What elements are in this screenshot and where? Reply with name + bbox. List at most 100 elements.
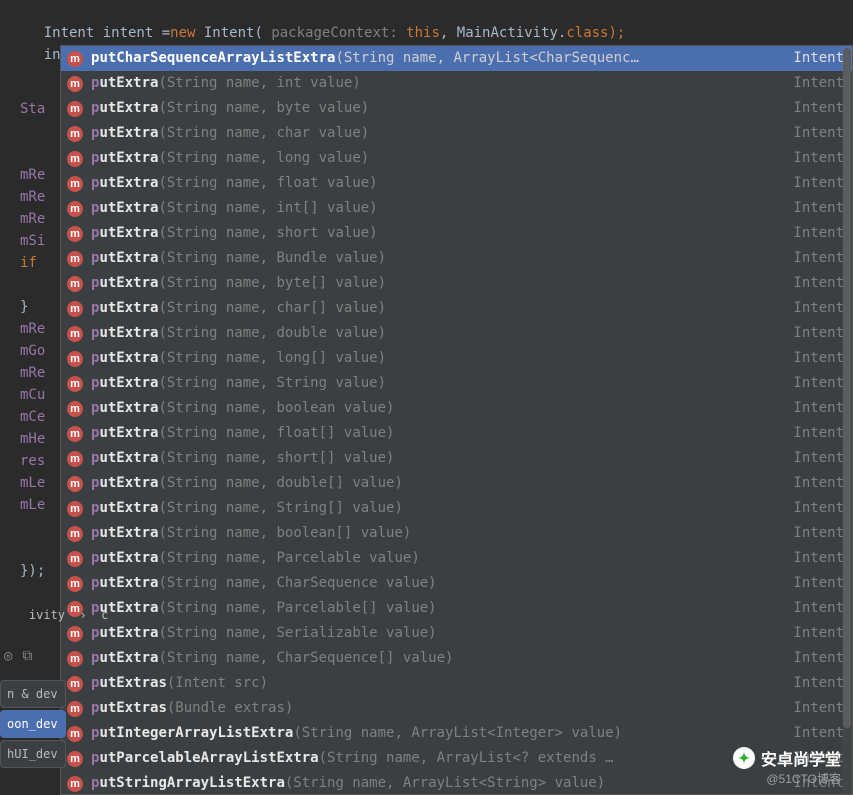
autocomplete-item[interactable]: mputExtra(String name, String[] value)In… bbox=[61, 496, 852, 521]
autocomplete-item[interactable]: mputStringArrayListExtra(String name, Ar… bbox=[61, 771, 852, 795]
background-code: mGo bbox=[0, 340, 60, 362]
suggestion-signature: putExtra(String name, int value) bbox=[91, 71, 785, 96]
autocomplete-item[interactable]: mputExtras(Intent src)Intent bbox=[61, 671, 852, 696]
autocomplete-item[interactable]: mputExtra(String name, byte[] value)Inte… bbox=[61, 271, 852, 296]
autocomplete-item[interactable]: mputExtra(String name, short value)Inten… bbox=[61, 221, 852, 246]
autocomplete-item[interactable]: mputParcelableArrayListExtra(String name… bbox=[61, 746, 852, 771]
autocomplete-item[interactable]: mputCharSequenceArrayListExtra(String na… bbox=[61, 46, 852, 71]
autocomplete-item[interactable]: mputExtra(String name, short[] value)Int… bbox=[61, 446, 852, 471]
method-icon: m bbox=[67, 301, 83, 317]
autocomplete-item[interactable]: mputExtra(String name, CharSequence[] va… bbox=[61, 646, 852, 671]
suggestion-signature: putExtra(String name, float[] value) bbox=[91, 421, 785, 446]
autocomplete-item[interactable]: mputExtra(String name, int[] value)Inten… bbox=[61, 196, 852, 221]
autocomplete-item[interactable]: mputExtra(String name, boolean value)Int… bbox=[61, 396, 852, 421]
method-icon: m bbox=[67, 551, 83, 567]
method-icon: m bbox=[67, 351, 83, 367]
code-text: Intent( bbox=[195, 25, 262, 41]
autocomplete-popup[interactable]: mputCharSequenceArrayListExtra(String na… bbox=[60, 45, 853, 795]
method-icon: m bbox=[67, 176, 83, 192]
suggestion-signature: putStringArrayListExtra(String name, Arr… bbox=[91, 771, 785, 795]
suggestion-return-type: Intent bbox=[793, 46, 844, 71]
suggestion-return-type: Intent bbox=[793, 621, 844, 646]
autocomplete-item[interactable]: mputExtra(String name, char[] value)Inte… bbox=[61, 296, 852, 321]
autocomplete-item[interactable]: mputExtra(String name, Parcelable value)… bbox=[61, 546, 852, 571]
code-text: ); bbox=[609, 25, 626, 41]
background-code: mRe bbox=[0, 318, 60, 340]
background-code: mRe bbox=[0, 362, 60, 384]
suggestion-return-type: Intent bbox=[793, 421, 844, 446]
autocomplete-item[interactable]: mputExtra(String name, double value)Inte… bbox=[61, 321, 852, 346]
background-code: res bbox=[0, 450, 60, 472]
suggestion-return-type: Intent bbox=[793, 296, 844, 321]
autocomplete-item[interactable]: mputExtra(String name, char value)Intent bbox=[61, 121, 852, 146]
tab-label: n & dev bbox=[7, 687, 58, 701]
autocomplete-item[interactable]: mputExtra(String name, CharSequence valu… bbox=[61, 571, 852, 596]
background-code: Sta bbox=[0, 98, 60, 120]
background-code: mCe bbox=[0, 406, 60, 428]
autocomplete-item[interactable]: mputExtra(String name, Bundle value)Inte… bbox=[61, 246, 852, 271]
method-icon: m bbox=[67, 726, 83, 742]
branch-tab[interactable]: hUI_dev bbox=[0, 740, 66, 768]
branch-tab-active[interactable]: oon_dev bbox=[0, 710, 66, 738]
tool-icon[interactable]: ⧉ bbox=[22, 648, 32, 672]
autocomplete-item[interactable]: mputExtra(String name, float[] value)Int… bbox=[61, 421, 852, 446]
autocomplete-item[interactable]: mputExtra(String name, double[] value)In… bbox=[61, 471, 852, 496]
method-icon: m bbox=[67, 126, 83, 142]
suggestion-signature: putExtra(String name, double[] value) bbox=[91, 471, 785, 496]
method-icon: m bbox=[67, 676, 83, 692]
suggestion-signature: putExtra(String name, boolean value) bbox=[91, 396, 785, 421]
suggestion-signature: putExtra(String name, boolean[] value) bbox=[91, 521, 785, 546]
method-icon: m bbox=[67, 501, 83, 517]
suggestion-return-type: Intent bbox=[793, 721, 844, 746]
autocomplete-item[interactable]: mputExtras(Bundle extras)Intent bbox=[61, 696, 852, 721]
suggestion-signature: putExtra(String name, CharSequence[] val… bbox=[91, 646, 785, 671]
code-editor[interactable]: Intent intent =new Intent( packageContex… bbox=[0, 0, 853, 795]
suggestion-return-type: Intent bbox=[793, 371, 844, 396]
background-code: mCu bbox=[0, 384, 60, 406]
autocomplete-item[interactable]: mputExtra(String name, long[] value)Inte… bbox=[61, 346, 852, 371]
suggestion-return-type: Intent bbox=[793, 571, 844, 596]
tool-icon[interactable]: ◎ bbox=[4, 648, 12, 672]
autocomplete-item[interactable]: mputExtra(String name, Parcelable[] valu… bbox=[61, 596, 852, 621]
autocomplete-item[interactable]: mputExtra(String name, int value)Intent bbox=[61, 71, 852, 96]
keyword-class: class bbox=[566, 25, 608, 41]
autocomplete-item[interactable]: mputExtra(String name, Serializable valu… bbox=[61, 621, 852, 646]
method-icon: m bbox=[67, 451, 83, 467]
method-icon: m bbox=[67, 76, 83, 92]
suggestion-signature: putExtra(String name, String value) bbox=[91, 371, 785, 396]
branch-tab[interactable]: n & dev bbox=[0, 680, 66, 708]
autocomplete-item[interactable]: mputExtra(String name, boolean[] value)I… bbox=[61, 521, 852, 546]
popup-scrollbar[interactable] bbox=[842, 46, 852, 794]
suggestion-return-type: Intent bbox=[793, 596, 844, 621]
code-line-1[interactable]: Intent intent =new Intent( packageContex… bbox=[10, 0, 853, 22]
method-icon: m bbox=[67, 51, 83, 67]
suggestion-return-type: Intent bbox=[793, 246, 844, 271]
autocomplete-item[interactable]: mputExtra(String name, byte value)Intent bbox=[61, 96, 852, 121]
background-code: mRe bbox=[0, 186, 60, 208]
autocomplete-item[interactable]: mputExtra(String name, String value)Inte… bbox=[61, 371, 852, 396]
suggestion-return-type: Intent bbox=[793, 521, 844, 546]
scrollbar-thumb[interactable] bbox=[843, 48, 851, 728]
background-code bbox=[0, 274, 60, 296]
autocomplete-item[interactable]: mputExtra(String name, long value)Intent bbox=[61, 146, 852, 171]
method-icon: m bbox=[67, 101, 83, 117]
background-code bbox=[0, 538, 60, 560]
suggestion-return-type: Intent bbox=[793, 346, 844, 371]
autocomplete-item[interactable]: mputExtra(String name, float value)Inten… bbox=[61, 171, 852, 196]
background-code: mRe bbox=[0, 208, 60, 230]
method-icon: m bbox=[67, 151, 83, 167]
code-text: Intent intent = bbox=[44, 25, 170, 41]
suggestion-return-type: Intent bbox=[793, 496, 844, 521]
background-code: mRe bbox=[0, 164, 60, 186]
tab-label: hUI_dev bbox=[7, 747, 58, 761]
suggestion-return-type: Intent bbox=[793, 396, 844, 421]
breadcrumb[interactable]: ivity › c bbox=[0, 582, 108, 604]
suggestion-signature: putExtra(String name, Bundle value) bbox=[91, 246, 785, 271]
param-hint: packageContext: bbox=[263, 25, 398, 41]
suggestion-return-type: Intent bbox=[793, 171, 844, 196]
autocomplete-item[interactable]: mputIntegerArrayListExtra(String name, A… bbox=[61, 721, 852, 746]
suggestion-signature: putExtra(String name, int[] value) bbox=[91, 196, 785, 221]
method-icon: m bbox=[67, 626, 83, 642]
suggestion-signature: putExtra(String name, long value) bbox=[91, 146, 785, 171]
method-icon: m bbox=[67, 201, 83, 217]
